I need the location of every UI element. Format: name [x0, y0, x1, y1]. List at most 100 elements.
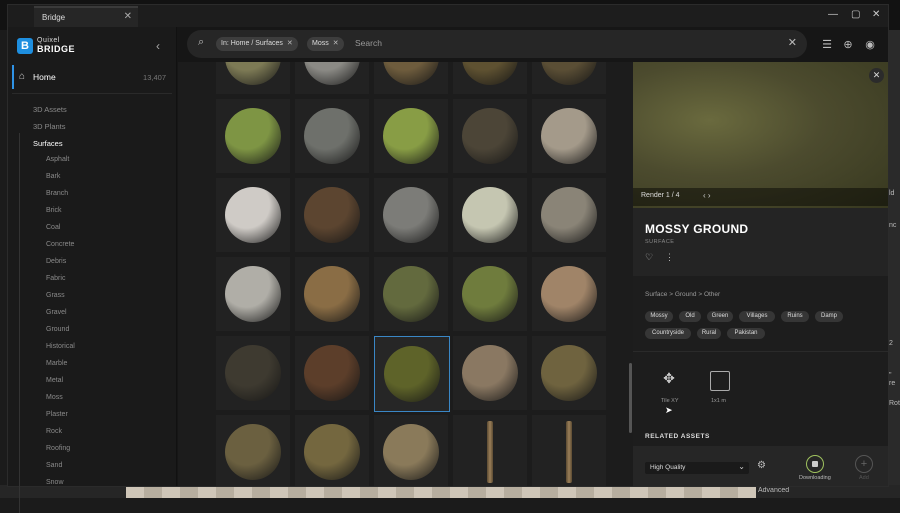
filter-icon[interactable]: ☰	[821, 39, 833, 51]
asset-card[interactable]	[216, 62, 290, 94]
breadcrumb-separator: >	[698, 291, 703, 298]
search-bar[interactable]: ⌕ In: Home / Surfaces ✕ Moss ✕ Search ✕	[187, 30, 807, 58]
asset-card[interactable]	[295, 336, 369, 410]
sidebar-item-sand[interactable]: Sand	[46, 462, 62, 469]
asset-card[interactable]	[453, 257, 527, 331]
asset-card[interactable]	[216, 178, 290, 252]
filter-chip-moss[interactable]: Moss ✕	[307, 37, 344, 51]
tag-chip[interactable]: Damp	[815, 311, 843, 322]
settings-sliders-icon[interactable]: ⚙	[757, 460, 766, 471]
sidebar-item-historical[interactable]: Historical	[46, 343, 75, 350]
asset-card[interactable]	[216, 415, 290, 486]
asset-card[interactable]	[374, 178, 448, 252]
asset-card[interactable]	[532, 62, 606, 94]
asset-card[interactable]	[216, 257, 290, 331]
asset-card[interactable]	[374, 99, 448, 173]
download-icon[interactable]: ⊕	[842, 39, 854, 51]
tag-chip[interactable]: Green	[707, 311, 733, 322]
tag-chip[interactable]: Old	[679, 311, 701, 322]
asset-card[interactable]	[532, 257, 606, 331]
account-icon[interactable]: ◉	[864, 39, 876, 51]
render-counter: Render 1 / 4	[641, 192, 680, 199]
breadcrumb-item[interactable]: Surface	[645, 291, 667, 298]
sidebar-item-3d-assets[interactable]: 3D Assets	[33, 105, 67, 114]
tag-chip[interactable]: Ruins	[781, 311, 809, 322]
sidebar-item-plaster[interactable]: Plaster	[46, 411, 68, 418]
search-input[interactable]: Search	[355, 38, 382, 48]
asset-card[interactable]	[295, 415, 369, 486]
mouse-cursor-icon: ➤	[665, 405, 673, 415]
download-footer: High Quality ⌄ ⚙ Downloading + Add	[633, 446, 888, 486]
asset-card[interactable]	[453, 415, 527, 486]
asset-card[interactable]	[216, 336, 290, 410]
asset-card[interactable]	[453, 178, 527, 252]
breadcrumb-item[interactable]: Other	[704, 291, 720, 298]
sidebar-item-branch[interactable]: Branch	[46, 190, 68, 197]
sidebar-item-fabric[interactable]: Fabric	[46, 275, 65, 282]
quality-select[interactable]: High Quality ⌄	[645, 462, 749, 474]
download-button[interactable]	[806, 455, 824, 473]
sidebar-item-surfaces[interactable]: Surfaces	[33, 139, 63, 148]
asset-card[interactable]	[532, 178, 606, 252]
asset-card[interactable]	[453, 336, 527, 410]
asset-card[interactable]	[295, 178, 369, 252]
add-label: Add	[859, 475, 869, 481]
breadcrumb-item[interactable]: Ground	[675, 291, 697, 298]
asset-card[interactable]	[295, 99, 369, 173]
bridge-tab[interactable]: Bridge ✕	[34, 6, 138, 29]
sidebar-item-asphalt[interactable]: Asphalt	[46, 156, 69, 163]
asset-card[interactable]	[453, 99, 527, 173]
add-button[interactable]: +	[855, 455, 873, 473]
sidebar-item-rock[interactable]: Rock	[46, 428, 62, 435]
clear-search-icon[interactable]: ✕	[788, 36, 797, 49]
advanced-toggle[interactable]: Advanced	[758, 487, 789, 494]
filter-chip-path[interactable]: In: Home / Surfaces ✕	[216, 37, 298, 51]
asset-card[interactable]	[453, 62, 527, 94]
sidebar-item-snow[interactable]: Snow	[46, 479, 64, 486]
chip-remove-icon[interactable]: ✕	[333, 40, 339, 47]
sidebar-item-moss[interactable]: Moss	[46, 394, 63, 401]
sidebar-item-ground[interactable]: Ground	[46, 326, 69, 333]
asset-card[interactable]	[374, 62, 448, 94]
tag-chip[interactable]: Pakistan	[727, 328, 765, 339]
sidebar-item-bark[interactable]: Bark	[46, 173, 60, 180]
sidebar-item-gravel[interactable]: Gravel	[46, 309, 67, 316]
sidebar-item-marble[interactable]: Marble	[46, 360, 67, 367]
asset-card[interactable]	[532, 336, 606, 410]
sidebar-item-grass[interactable]: Grass	[46, 292, 65, 299]
tag-chip[interactable]: Rural	[697, 328, 721, 339]
tag-chip[interactable]: Villages	[739, 311, 775, 322]
asset-card[interactable]	[532, 99, 606, 173]
more-options-icon[interactable]: ⋮	[665, 252, 674, 263]
asset-card[interactable]	[295, 257, 369, 331]
sidebar-item-home[interactable]: ⌂ Home 13,407	[8, 65, 176, 89]
square-icon[interactable]	[710, 371, 730, 391]
asset-thumbnail	[304, 266, 360, 322]
sidebar-item-roofing[interactable]: Roofing	[46, 445, 70, 452]
grid-scrollbar[interactable]	[629, 363, 632, 433]
tab-close-icon[interactable]: ✕	[124, 11, 132, 22]
sidebar-item-debris[interactable]: Debris	[46, 258, 66, 265]
favorite-icon[interactable]: ♡	[645, 252, 653, 263]
tag-chip[interactable]: Countryside	[645, 328, 691, 339]
asset-card[interactable]	[374, 336, 450, 412]
move-icon[interactable]: ✥	[659, 368, 679, 388]
minimize-button[interactable]: —	[828, 9, 838, 20]
asset-card[interactable]	[374, 257, 448, 331]
sidebar-item-brick[interactable]: Brick	[46, 207, 62, 214]
close-icon[interactable]: ✕	[869, 68, 884, 83]
close-window-button[interactable]: ✕	[872, 9, 880, 20]
asset-card[interactable]	[295, 62, 369, 94]
asset-card[interactable]	[374, 415, 448, 486]
collapse-sidebar-icon[interactable]: ‹	[156, 39, 160, 53]
asset-card[interactable]	[216, 99, 290, 173]
asset-card[interactable]	[532, 415, 606, 486]
sidebar-item-coal[interactable]: Coal	[46, 224, 60, 231]
sidebar-item-concrete[interactable]: Concrete	[46, 241, 74, 248]
sidebar-item-3d-plants[interactable]: 3D Plants	[33, 122, 66, 131]
sidebar-item-metal[interactable]: Metal	[46, 377, 63, 384]
tag-chip[interactable]: Mossy	[645, 311, 673, 322]
chip-remove-icon[interactable]: ✕	[287, 40, 293, 47]
render-nav-arrows[interactable]: ‹ ›	[703, 191, 711, 200]
maximize-button[interactable]: ▢	[851, 9, 860, 20]
